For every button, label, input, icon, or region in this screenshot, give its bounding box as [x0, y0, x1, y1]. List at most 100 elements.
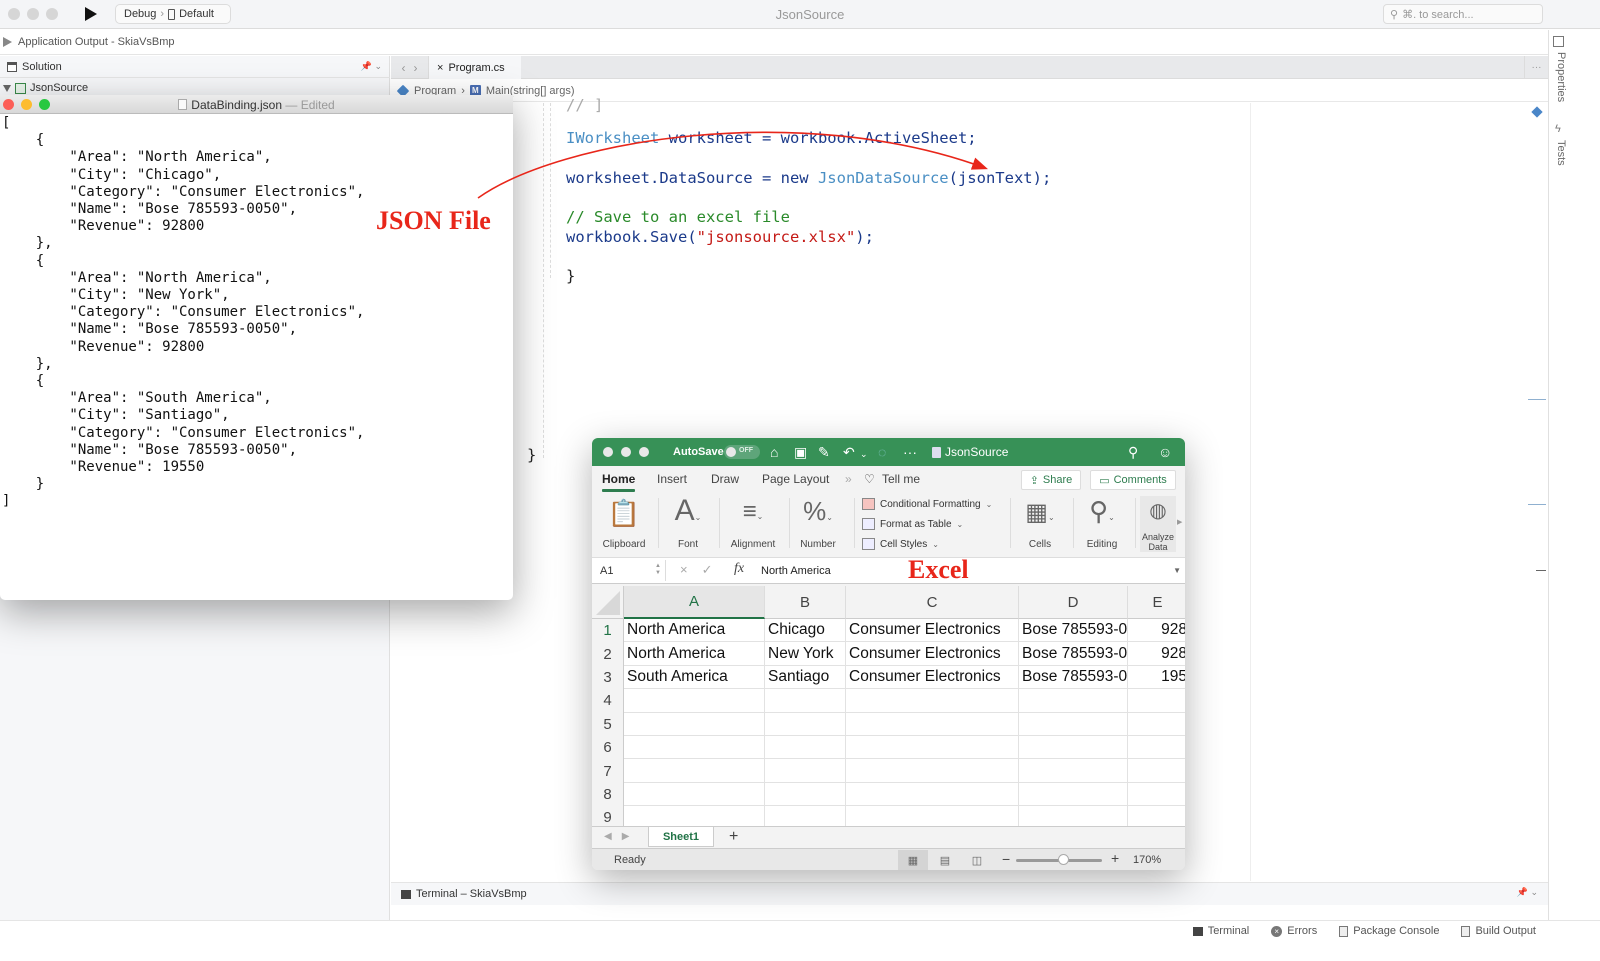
row-header[interactable]: 4: [592, 689, 624, 713]
cell-c4[interactable]: [846, 689, 1019, 713]
cell-c9[interactable]: [846, 806, 1019, 826]
ribbon-editing[interactable]: ⚲⌄ Editing: [1078, 496, 1126, 552]
row-header[interactable]: 3: [592, 665, 624, 690]
zoom-in-button[interactable]: +: [1111, 850, 1119, 866]
status-build-output-button[interactable]: Build Output: [1461, 925, 1536, 937]
cell-a1[interactable]: North America: [624, 619, 765, 643]
row-header[interactable]: 6: [592, 736, 624, 760]
terminal-pad-header[interactable]: Terminal – SkiaVsBmp: [391, 883, 1548, 905]
tell-me-search[interactable]: Tell me: [882, 472, 920, 486]
cell-c7[interactable]: [846, 759, 1019, 783]
column-header-d[interactable]: D: [1019, 586, 1128, 619]
undo-icon[interactable]: ↶: [843, 443, 855, 461]
cell-b4[interactable]: [765, 689, 846, 713]
status-errors-button[interactable]: × Errors: [1271, 925, 1317, 937]
search-input[interactable]: ⚲ ⌘. to search...: [1383, 4, 1543, 24]
cell-d5[interactable]: [1019, 712, 1128, 736]
check-icon[interactable]: ✓: [702, 562, 713, 578]
previous-sheet-icon[interactable]: ◀: [604, 831, 612, 842]
cell-d2[interactable]: Bose 785593-0: [1019, 642, 1128, 666]
zoom-level[interactable]: 170%: [1133, 854, 1161, 866]
save-icon[interactable]: ▣: [794, 443, 807, 461]
cell-e8[interactable]: [1128, 783, 1185, 807]
tab-insert[interactable]: Insert: [657, 472, 687, 486]
ribbon-number[interactable]: %⌄ Number: [794, 496, 842, 552]
cell-a8[interactable]: [624, 782, 765, 807]
cell-b7[interactable]: [765, 759, 846, 783]
cell-d7[interactable]: [1019, 759, 1128, 783]
column-header-c[interactable]: C: [846, 586, 1019, 619]
application-output-bar[interactable]: Application Output - SkiaVsBmp: [0, 30, 1548, 55]
cell-b5[interactable]: [765, 712, 846, 736]
json-text-content[interactable]: [ { "Area": "North America", "City": "Ch…: [2, 115, 364, 511]
cell-e7[interactable]: [1128, 759, 1185, 783]
column-header-a[interactable]: A: [624, 586, 765, 619]
overview-marker[interactable]: [1536, 570, 1546, 571]
json-window-titlebar[interactable]: DataBinding.json — Edited: [0, 95, 513, 114]
name-box-spinner[interactable]: ▲ ▼: [655, 563, 661, 577]
add-sheet-button[interactable]: +: [729, 828, 738, 846]
cell-e4[interactable]: [1128, 689, 1185, 713]
status-package-console-button[interactable]: Package Console: [1339, 925, 1439, 937]
pin-icon[interactable]: 📌 ⌄: [1517, 887, 1538, 898]
tab-navigation[interactable]: ‹ ›: [391, 56, 429, 79]
search-icon[interactable]: ⚲: [1128, 443, 1138, 461]
more-icon[interactable]: ···: [903, 443, 917, 461]
cell-d4[interactable]: [1019, 689, 1128, 713]
undo-dropdown-icon[interactable]: ⌄: [860, 445, 868, 463]
row-header[interactable]: 1: [592, 619, 624, 643]
minimize-window-button[interactable]: [621, 447, 631, 457]
save-as-icon[interactable]: ✎: [818, 443, 830, 461]
cell-d1[interactable]: Bose 785593-0: [1019, 619, 1128, 643]
cell-e9[interactable]: [1128, 806, 1185, 826]
excel-titlebar[interactable]: AutoSave OFF ⌂ ▣ ✎ ↶ ⌄ ◌ ··· JsonSource …: [592, 438, 1185, 466]
ribbon-font[interactable]: A⌄ Font: [664, 494, 712, 552]
cell-c3[interactable]: Consumer Electronics: [846, 665, 1019, 690]
pin-icon[interactable]: 📌 ⌄: [361, 61, 382, 72]
cell-d8[interactable]: [1019, 782, 1128, 807]
cell-c6[interactable]: [846, 736, 1019, 760]
cell-styles-button[interactable]: Cell Styles ⌄: [862, 538, 939, 550]
home-icon[interactable]: ⌂: [770, 443, 778, 461]
close-tab-icon[interactable]: ×: [437, 62, 443, 74]
row-header[interactable]: 9: [592, 806, 624, 826]
cell-a5[interactable]: [624, 712, 765, 736]
more-tabs-button[interactable]: ···: [1524, 56, 1548, 79]
cell-b9[interactable]: [765, 806, 846, 826]
cell-e3[interactable]: 195: [1128, 666, 1185, 690]
spreadsheet-grid[interactable]: ABCDE 123456789 North America Chicago Cons…: [592, 586, 1185, 826]
cell-e5[interactable]: [1128, 713, 1185, 736]
conditional-formatting-button[interactable]: Conditional Formatting ⌄: [862, 498, 992, 510]
tests-pad-tab[interactable]: Tests: [1555, 140, 1567, 166]
ribbon-scroll-icon[interactable]: ▶: [1177, 518, 1182, 526]
overview-marker[interactable]: [1528, 399, 1546, 400]
redo-icon[interactable]: ◌: [878, 443, 886, 461]
cell-e2[interactable]: 928: [1128, 642, 1185, 666]
tab-page-layout[interactable]: Page Layout: [762, 472, 829, 486]
format-as-table-button[interactable]: Format as Table ⌄: [862, 518, 963, 530]
cell-d3[interactable]: Bose 785593-0: [1019, 665, 1128, 690]
function-icon[interactable]: fx: [734, 561, 744, 577]
cell-b8[interactable]: [765, 782, 846, 807]
cell-d9[interactable]: [1019, 806, 1128, 826]
cancel-icon[interactable]: ×: [680, 562, 688, 578]
expand-formula-icon[interactable]: ▼: [1173, 566, 1181, 575]
collapse-icon[interactable]: [3, 84, 11, 92]
more-tabs-icon[interactable]: »: [845, 472, 852, 486]
zoom-out-button[interactable]: −: [1002, 851, 1010, 867]
cell-e1[interactable]: 928: [1128, 619, 1185, 643]
zoom-slider-thumb[interactable]: [1058, 854, 1070, 865]
close-window-button[interactable]: [603, 447, 613, 457]
cell-a7[interactable]: [624, 759, 765, 783]
share-people-icon[interactable]: ☺: [1158, 443, 1172, 461]
page-layout-view-button[interactable]: ▤: [930, 850, 960, 870]
cell-c8[interactable]: [846, 782, 1019, 807]
cell-c1[interactable]: Consumer Electronics: [846, 619, 1019, 643]
cell-b1[interactable]: Chicago: [765, 619, 846, 643]
forward-icon[interactable]: ›: [414, 61, 418, 75]
row-header[interactable]: 8: [592, 782, 624, 807]
row-header[interactable]: 5: [592, 712, 624, 736]
cell-c2[interactable]: Consumer Electronics: [846, 642, 1019, 666]
status-terminal-button[interactable]: Terminal: [1192, 925, 1249, 937]
back-icon[interactable]: ‹: [402, 61, 406, 75]
